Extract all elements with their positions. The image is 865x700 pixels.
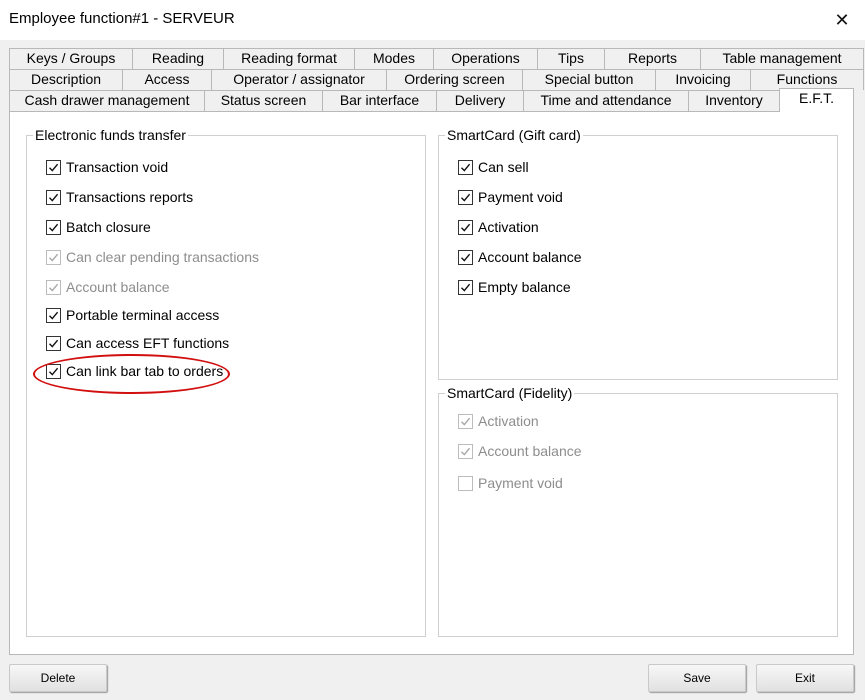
tab-tips[interactable]: Tips [537, 48, 605, 69]
checkbox-label: Account balance [66, 279, 170, 295]
checkbox-label: Can clear pending transactions [66, 249, 260, 265]
tab-reading-format[interactable]: Reading format [223, 48, 355, 69]
checkbox-batch-closure[interactable]: Batch closure [46, 217, 151, 237]
giftcard-group-title: SmartCard (Gift card) [445, 127, 583, 143]
tab-description[interactable]: Description [9, 69, 123, 90]
checkbox-box[interactable] [46, 219, 61, 235]
checkbox-label: Can sell [478, 159, 529, 175]
checkbox-box[interactable] [458, 279, 473, 295]
tab-bar-interface[interactable]: Bar interface [322, 90, 437, 111]
tab-reading[interactable]: Reading [132, 48, 224, 69]
checkbox-label: Payment void [478, 189, 563, 205]
checkbox-can-access-eft-functions[interactable]: Can access EFT functions [46, 333, 229, 353]
checkbox-label: Transactions reports [66, 189, 194, 205]
check-mark-icon [49, 193, 59, 202]
check-mark-icon [461, 253, 471, 262]
tab-functions[interactable]: Functions [750, 69, 864, 90]
save-button[interactable]: Save [648, 664, 746, 692]
fidelity-group-title: SmartCard (Fidelity) [445, 385, 575, 401]
checkbox-box[interactable] [458, 219, 473, 235]
check-mark-icon [49, 253, 59, 262]
tab-invoicing[interactable]: Invoicing [655, 69, 751, 90]
checkbox-giftcard-payment-void[interactable]: Payment void [458, 187, 563, 207]
checkbox-label: Account balance [478, 249, 582, 265]
checkbox-portable-terminal-access[interactable]: Portable terminal access [46, 305, 219, 325]
tab-operations[interactable]: Operations [433, 48, 538, 69]
tab-table-management[interactable]: Table management [700, 48, 864, 69]
checkbox-empty-balance[interactable]: Empty balance [458, 277, 571, 297]
checkbox-transactions-reports[interactable]: Transactions reports [46, 187, 193, 207]
checkbox-label: Empty balance [478, 279, 571, 295]
checkbox-box[interactable] [46, 335, 61, 351]
eft-group: Electronic funds transfer [26, 127, 426, 637]
checkbox-box[interactable] [46, 249, 61, 265]
checkbox-box[interactable] [46, 159, 61, 175]
checkbox-label: Batch closure [66, 219, 151, 235]
checkbox-box[interactable] [458, 443, 473, 459]
tab-operator-assignator[interactable]: Operator / assignator [211, 69, 387, 90]
checkbox-label: Payment void [478, 475, 563, 491]
eft-group-title: Electronic funds transfer [33, 127, 188, 143]
delete-button[interactable]: Delete [9, 664, 107, 692]
check-mark-icon [49, 163, 59, 172]
tab-time-and-attendance[interactable]: Time and attendance [523, 90, 689, 111]
tab-ordering-screen[interactable]: Ordering screen [386, 69, 523, 90]
checkbox-box[interactable] [458, 475, 473, 491]
tab-eft[interactable]: E.F.T. [779, 88, 854, 112]
check-mark-icon [461, 223, 471, 232]
window-title: Employee function#1 - SERVEUR [9, 10, 235, 27]
close-button[interactable]: ✕ [819, 0, 865, 40]
check-mark-icon [461, 417, 471, 426]
check-mark-icon [49, 367, 59, 376]
title-bar: Employee function#1 - SERVEUR ✕ [0, 0, 865, 40]
close-icon: ✕ [834, 9, 850, 30]
checkbox-box[interactable] [46, 189, 61, 205]
checkbox-box[interactable] [458, 189, 473, 205]
checkbox-label: Can link bar tab to orders [66, 363, 224, 379]
checkbox-giftcard-account-balance[interactable]: Account balance [458, 247, 582, 267]
check-mark-icon [461, 283, 471, 292]
checkbox-box[interactable] [458, 413, 473, 429]
checkbox-transaction-void[interactable]: Transaction void [46, 157, 168, 177]
tab-keys-groups[interactable]: Keys / Groups [9, 48, 133, 69]
tab-delivery[interactable]: Delivery [436, 90, 524, 111]
checkbox-label: Can access EFT functions [66, 335, 230, 351]
checkbox-giftcard-activation[interactable]: Activation [458, 217, 539, 237]
check-mark-icon [49, 339, 59, 348]
check-mark-icon [461, 447, 471, 456]
checkbox-label: Activation [478, 413, 539, 429]
checkbox-can-link-bar-tab-to-orders[interactable]: Can link bar tab to orders [46, 361, 223, 381]
checkbox-label: Transaction void [66, 159, 169, 175]
check-mark-icon [49, 223, 59, 232]
tab-access[interactable]: Access [122, 69, 212, 90]
checkbox-label: Activation [478, 219, 539, 235]
tab-modes[interactable]: Modes [354, 48, 434, 69]
check-mark-icon [461, 163, 471, 172]
tab-inventory[interactable]: Inventory [688, 90, 780, 111]
tab-cash-drawer-management[interactable]: Cash drawer management [9, 90, 205, 111]
checkbox-fidelity-payment-void[interactable]: Payment void [458, 473, 563, 493]
checkbox-box[interactable] [46, 307, 61, 323]
check-mark-icon [49, 311, 59, 320]
tab-status-screen[interactable]: Status screen [204, 90, 323, 111]
checkbox-eft-account-balance[interactable]: Account balance [46, 277, 170, 297]
checkbox-can-sell[interactable]: Can sell [458, 157, 529, 177]
check-mark-icon [461, 193, 471, 202]
check-mark-icon [49, 283, 59, 292]
tab-reports[interactable]: Reports [604, 48, 701, 69]
checkbox-label: Account balance [478, 443, 582, 459]
tab-special-button[interactable]: Special button [522, 69, 656, 90]
exit-button[interactable]: Exit [756, 664, 854, 692]
checkbox-fidelity-activation[interactable]: Activation [458, 411, 539, 431]
checkbox-fidelity-account-balance[interactable]: Account balance [458, 441, 582, 461]
checkbox-can-clear-pending-transactions[interactable]: Can clear pending transactions [46, 247, 259, 267]
checkbox-label: Portable terminal access [66, 307, 220, 323]
checkbox-box[interactable] [458, 249, 473, 265]
checkbox-box[interactable] [46, 363, 61, 379]
checkbox-box[interactable] [46, 279, 61, 295]
checkbox-box[interactable] [458, 159, 473, 175]
